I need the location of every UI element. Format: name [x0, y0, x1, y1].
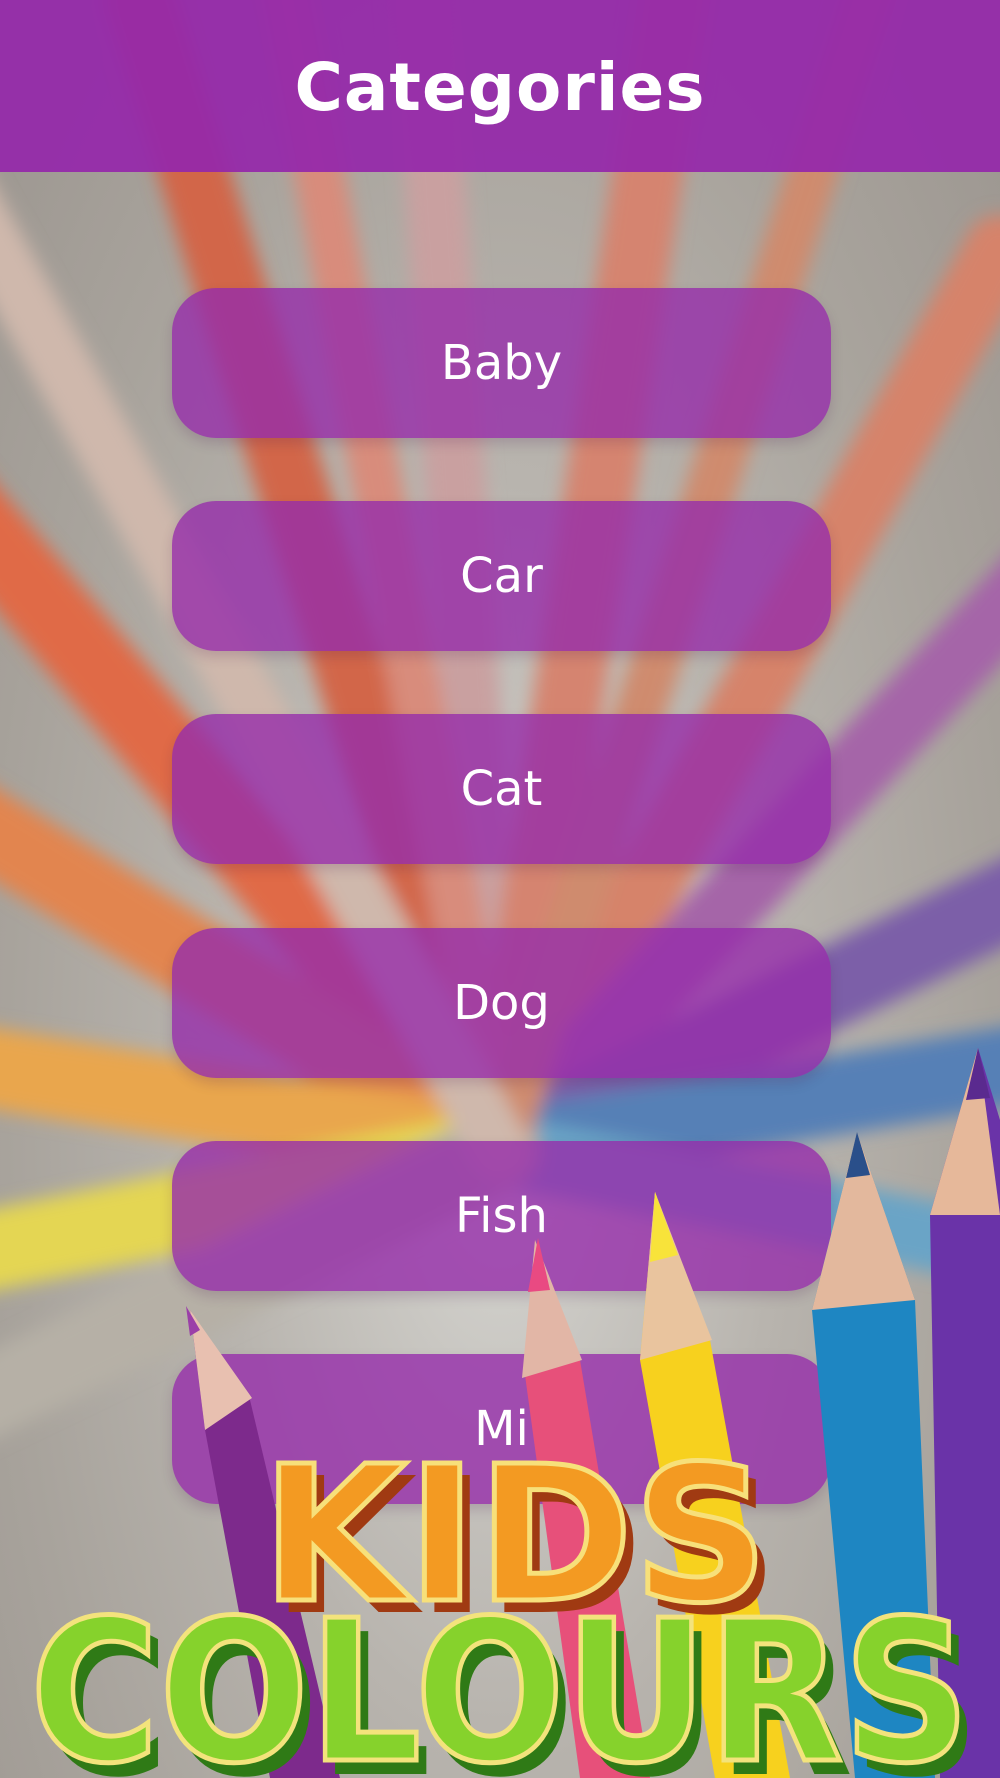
category-button-fish[interactable]: Fish [172, 1141, 831, 1291]
category-button-baby[interactable]: Baby [172, 288, 831, 438]
category-label: Mi [474, 1401, 529, 1457]
category-button-dog[interactable]: Dog [172, 928, 831, 1078]
page-title: Categories [294, 48, 706, 126]
background-pencils-rays [0, 0, 1000, 1436]
category-button-cat[interactable]: Cat [172, 714, 831, 864]
category-button-mi[interactable]: Mi [172, 1354, 831, 1504]
app-screen: Categories Baby Car Cat Dog Fish Mi KIDS… [0, 0, 1000, 1778]
category-label: Car [460, 548, 543, 604]
category-label: Cat [460, 761, 543, 817]
header-bar: Categories [0, 0, 1000, 172]
category-button-car[interactable]: Car [172, 501, 831, 651]
category-label: Fish [455, 1188, 548, 1244]
category-label: Baby [440, 335, 563, 391]
category-label: Dog [453, 975, 550, 1031]
